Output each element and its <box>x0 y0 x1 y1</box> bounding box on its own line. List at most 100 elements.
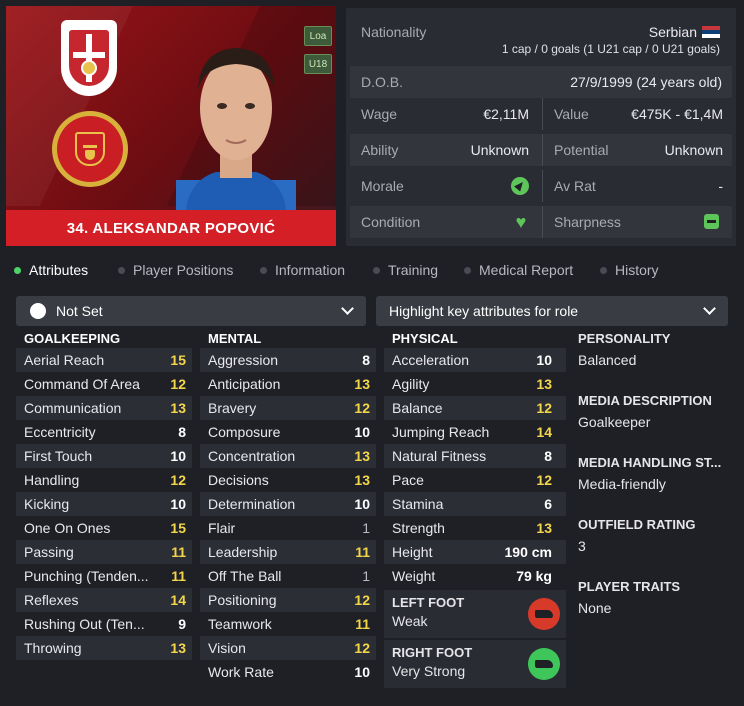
right-foot-value: Very Strong <box>392 663 466 679</box>
avrat-label: Av Rat <box>554 178 596 194</box>
attribute-row[interactable]: Composure 10 <box>200 420 376 444</box>
attribute-row[interactable]: Throwing 13 <box>16 636 192 660</box>
attribute-name: Punching (Tenden... <box>24 568 149 584</box>
attribute-value: 15 <box>170 520 186 536</box>
serbia-flag-icon <box>702 26 720 38</box>
profile-tabs: Attributes Player Positions Information … <box>6 258 736 284</box>
tab-information[interactable]: Information <box>260 262 345 278</box>
attribute-value: 12 <box>170 472 186 488</box>
attribute-row[interactable]: Determination 10 <box>200 492 376 516</box>
tab-medical-report[interactable]: Medical Report <box>464 262 573 278</box>
attribute-row[interactable]: Punching (Tenden... 11 <box>16 564 192 588</box>
attribute-row[interactable]: Vision 12 <box>200 636 376 660</box>
attribute-row[interactable]: Anticipation 13 <box>200 372 376 396</box>
attribute-row[interactable]: Passing 11 <box>16 540 192 564</box>
attribute-value: 9 <box>178 616 186 632</box>
sharpness-icon[interactable] <box>704 214 719 229</box>
attribute-name: Weight <box>392 568 436 584</box>
attribute-value: 12 <box>536 400 552 416</box>
serbia-fa-crest-icon[interactable] <box>61 20 117 96</box>
attribute-row[interactable]: Decisions 13 <box>200 468 376 492</box>
tab-player-positions[interactable]: Player Positions <box>118 262 233 278</box>
wage-label: Wage <box>361 106 398 122</box>
attribute-name: Acceleration <box>392 352 470 368</box>
attribute-row[interactable]: Concentration 13 <box>200 444 376 468</box>
attribute-value: 13 <box>354 376 370 392</box>
attribute-row[interactable]: Work Rate 10 <box>200 660 376 684</box>
attribute-row[interactable]: Aggression 8 <box>200 348 376 372</box>
attribute-value: 12 <box>354 640 370 656</box>
attribute-value: 10 <box>354 664 370 680</box>
left-foot-block[interactable]: LEFT FOOT Weak <box>384 590 566 638</box>
value-label: Value <box>554 106 589 122</box>
tab-dot-icon <box>464 266 471 274</box>
tab-attributes[interactable]: Attributes <box>14 262 88 278</box>
transfer-value[interactable]: €475K - €1,4M <box>631 106 723 122</box>
role-radio-icon <box>30 303 46 319</box>
attribute-row[interactable]: Handling 12 <box>16 468 192 492</box>
nationality-row: Nationality Serbian 1 cap / 0 goals (1 U… <box>350 16 732 66</box>
attribute-row[interactable]: Jumping Reach 14 <box>384 420 566 444</box>
attribute-row[interactable]: Pace 12 <box>384 468 566 492</box>
player-hero: Loa U18 34. ALEKSANDAR POPOVIĆ <box>6 6 336 246</box>
attribute-row[interactable]: Eccentricity 8 <box>16 420 192 444</box>
attribute-row[interactable]: Height 190 cm <box>384 540 566 564</box>
tab-dot-icon <box>118 266 125 274</box>
attribute-row[interactable]: Natural Fitness 8 <box>384 444 566 468</box>
attribute-value: 11 <box>355 544 370 560</box>
attribute-row[interactable]: Flair 1 <box>200 516 376 540</box>
attribute-value: 8 <box>362 352 370 368</box>
tab-training[interactable]: Training <box>373 262 438 278</box>
attribute-name: Handling <box>24 472 80 488</box>
left-foot-value: Weak <box>392 613 428 629</box>
attribute-row[interactable]: Positioning 12 <box>200 588 376 612</box>
physical-column: PHYSICAL Acceleration 10 Agility 13 Balance 1… <box>384 326 566 688</box>
wage-value[interactable]: €2,11M <box>483 106 529 122</box>
tab-history[interactable]: History <box>600 262 659 278</box>
attribute-row[interactable]: Acceleration 10 <box>384 348 566 372</box>
highlight-select[interactable]: Highlight key attributes for role <box>376 296 728 326</box>
player-name: 34. ALEKSANDAR POPOVIĆ <box>6 210 336 246</box>
personality-block: PERSONALITY Balanced <box>572 326 736 388</box>
attribute-row[interactable]: Teamwork 11 <box>200 612 376 636</box>
attribute-row[interactable]: Balance 12 <box>384 396 566 420</box>
attribute-value: 12 <box>354 400 370 416</box>
attribute-row[interactable]: Aerial Reach 15 <box>16 348 192 372</box>
attribute-row[interactable]: Agility 13 <box>384 372 566 396</box>
attribute-row[interactable]: Weight 79 kg <box>384 564 566 588</box>
attribute-name: Determination <box>208 496 296 512</box>
attribute-value: 14 <box>170 592 186 608</box>
attribute-row[interactable]: Reflexes 14 <box>16 588 192 612</box>
personality-value[interactable]: Balanced <box>578 352 636 368</box>
attribute-name: Passing <box>24 544 74 560</box>
attribute-name: Composure <box>208 424 281 440</box>
attribute-row[interactable]: Kicking 10 <box>16 492 192 516</box>
attribute-row[interactable]: Rushing Out (Ten... 9 <box>16 612 192 636</box>
attribute-row[interactable]: Bravery 12 <box>200 396 376 420</box>
media-handling-value[interactable]: Media-friendly <box>578 476 666 492</box>
condition-row: Condition ♥ Sharpness <box>350 206 732 238</box>
attribute-row[interactable]: Strength 13 <box>384 516 566 540</box>
attribute-row[interactable]: Leadership 11 <box>200 540 376 564</box>
attribute-row[interactable]: Stamina 6 <box>384 492 566 516</box>
outfield-rating-block: OUTFIELD RATING 3 <box>572 512 736 574</box>
attribute-row[interactable]: Communication 13 <box>16 396 192 420</box>
attribute-row[interactable]: First Touch 10 <box>16 444 192 468</box>
morale-icon[interactable] <box>511 177 529 195</box>
manchester-united-crest-icon[interactable] <box>52 111 128 187</box>
attribute-name: Bravery <box>208 400 257 416</box>
right-foot-block[interactable]: RIGHT FOOT Very Strong <box>384 640 566 688</box>
attribute-value: 10 <box>170 496 186 512</box>
attribute-row[interactable]: Command Of Area 12 <box>16 372 192 396</box>
physical-heading: PHYSICAL <box>392 331 458 346</box>
player-photo <box>176 48 296 210</box>
role-select[interactable]: Not Set <box>16 296 366 326</box>
goalkeeping-column: GOALKEEPING Aerial Reach 15 Command Of Are… <box>16 326 192 660</box>
attribute-name: Anticipation <box>208 376 281 392</box>
condition-heart-icon[interactable]: ♥ <box>511 212 531 232</box>
attribute-row[interactable]: Off The Ball 1 <box>200 564 376 588</box>
player-traits-block: PLAYER TRAITS None <box>572 574 736 636</box>
nationality-value[interactable]: Serbian <box>649 24 697 40</box>
attribute-name: Command Of Area <box>24 376 140 392</box>
attribute-row[interactable]: One On Ones 15 <box>16 516 192 540</box>
